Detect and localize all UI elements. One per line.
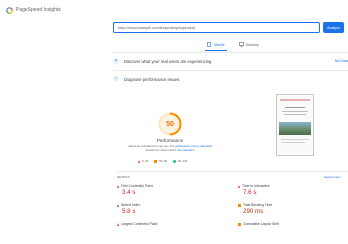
metrics-title: METRICS: [117, 175, 130, 179]
metric-label: Speed Index: [121, 203, 141, 207]
fail-triangle-icon: [117, 203, 119, 207]
thumbnail-text-line: [282, 111, 308, 112]
thumbnail-text-line: [281, 142, 305, 143]
url-form: https://www.example.com/shop/category/pr…: [113, 22, 344, 33]
page-screenshot-thumbnail: [276, 94, 314, 156]
app-header: PageSpeed Insights: [0, 0, 348, 20]
fail-triangle-icon: [238, 184, 240, 188]
smartphone-icon: [207, 42, 211, 48]
legend-average: 50–89: [154, 159, 167, 163]
device-tabs: Mobile Desktop: [205, 41, 271, 51]
analyze-button[interactable]: Analyze: [323, 22, 344, 33]
metric-speed-index: Speed Index 5.8 s: [117, 203, 227, 215]
divider: [113, 52, 348, 53]
lab-flask-icon: ✓: [113, 76, 119, 82]
desktop-icon: [238, 42, 244, 47]
legend-pass-range: 90–100: [178, 159, 188, 163]
thumbnail-text-line: [281, 139, 309, 140]
users-icon: ●: [113, 58, 119, 64]
divider: [117, 171, 348, 172]
metric-label: Time to Interactive: [242, 184, 270, 188]
average-square-icon: [238, 203, 241, 207]
diagnose-section: ✓ Diagnose performance issues: [113, 74, 348, 84]
thumbnail-text-line: [285, 107, 305, 108]
metric-value: 5.8 s: [122, 208, 136, 215]
metric-first-contentful-paint: First Contentful Paint 3.4 s: [117, 184, 227, 196]
app-title[interactable]: PageSpeed Insights: [16, 7, 61, 13]
metric-value: 7.6 s: [243, 189, 257, 196]
diagnose-title: Diagnose performance issues: [124, 76, 180, 82]
circle-icon: [173, 159, 177, 163]
divider: [113, 70, 348, 71]
legend-fail-range: 0–49: [142, 159, 149, 163]
performance-note: Values are estimated and may vary. The p…: [126, 145, 214, 152]
metric-time-to-interactive: Time to Interactive 7.6 s: [238, 184, 348, 196]
metric-value: 290 ms: [243, 208, 264, 215]
metric-label: Cumulative Layout Shift: [243, 222, 279, 226]
performance-label: Performance: [156, 138, 184, 143]
metric-label: Largest Contentful Paint: [121, 222, 158, 226]
expand-view-toggle[interactable]: Expand view: [324, 175, 340, 179]
tab-desktop[interactable]: Desktop: [237, 41, 261, 49]
real-users-no-data: No Data: [334, 59, 348, 63]
thumbnail-text-line: [284, 114, 306, 115]
legend-pass: 90–100: [173, 159, 187, 163]
legend-fail: 0–49: [138, 159, 148, 163]
metric-total-blocking-time: Total Blocking Time 290 ms: [238, 203, 348, 215]
see-calculator-link[interactable]: See calculator.: [177, 149, 194, 152]
legend-average-range: 50–89: [159, 159, 168, 163]
performance-note-text: Values are estimated and may vary. The: [128, 145, 175, 148]
metric-cumulative-layout-shift: Cumulative Layout Shift: [238, 222, 348, 227]
pagespeed-logo-icon: [6, 6, 13, 14]
tab-mobile[interactable]: Mobile: [205, 41, 227, 51]
real-users-section[interactable]: ● Discover what your real users are expe…: [113, 56, 348, 66]
fail-triangle-icon: [117, 222, 119, 226]
thumbnail-photo: [279, 122, 311, 135]
performance-score-value: 50: [166, 120, 174, 128]
performance-note-text-2: directly from these metrics.: [145, 148, 177, 152]
tab-mobile-label: Mobile: [214, 42, 225, 47]
metric-value: 3.4 s: [122, 189, 136, 196]
fail-triangle-icon: [117, 184, 119, 188]
score-calculated-link[interactable]: performance score is calculated: [175, 145, 212, 148]
metrics-header: METRICS Expand view: [117, 174, 348, 180]
triangle-icon: [138, 159, 140, 163]
thumbnail-header: [280, 99, 310, 101]
metric-label: First Contentful Paint: [121, 184, 153, 188]
real-users-title: Discover what your real users are experi…: [124, 58, 212, 64]
metric-largest-contentful-paint: Largest Contentful Paint: [117, 222, 227, 227]
metric-label: Total Blocking Time: [243, 203, 273, 207]
average-square-icon: [238, 222, 241, 226]
score-legend: 0–49 50–89 90–100: [138, 159, 193, 163]
square-icon: [154, 159, 158, 163]
url-input[interactable]: https://www.example.com/shop/category/pr…: [113, 22, 320, 33]
tab-desktop-label: Desktop: [245, 42, 259, 47]
